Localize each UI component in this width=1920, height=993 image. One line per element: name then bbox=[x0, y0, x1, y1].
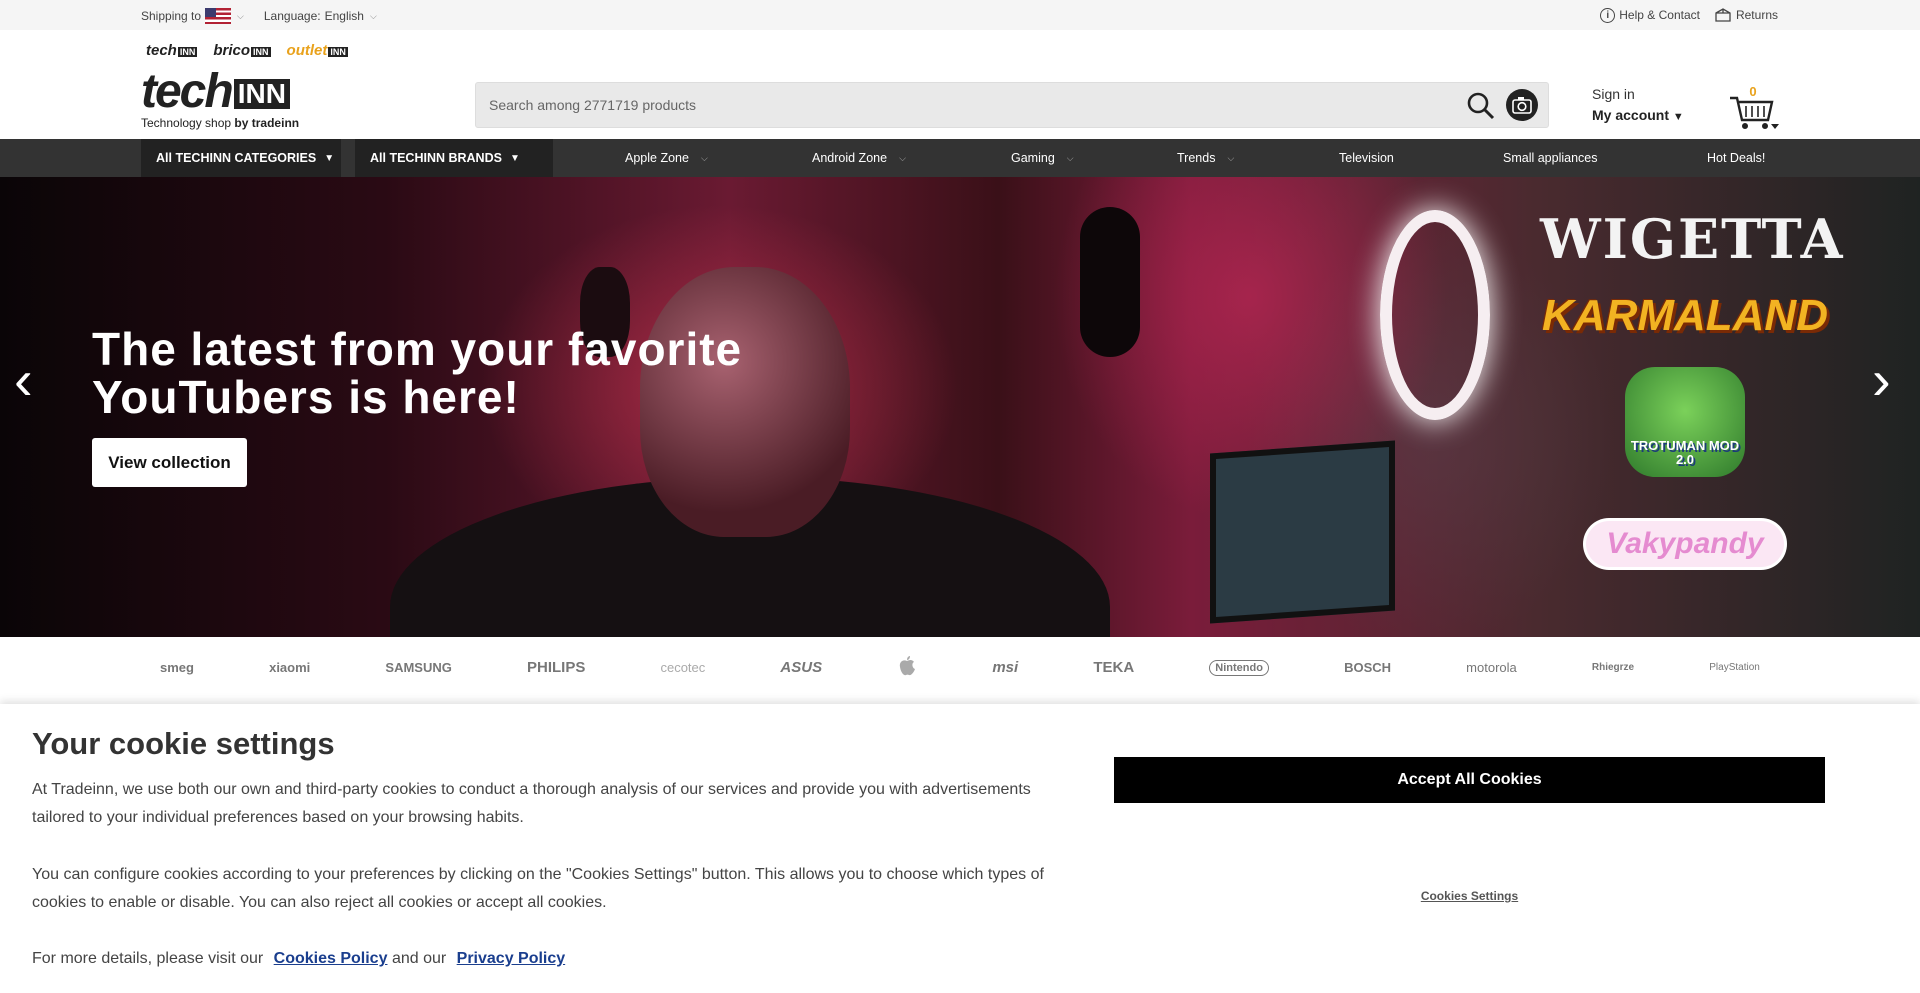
help-contact-link[interactable]: i Help & Contact bbox=[1600, 7, 1700, 23]
karmaland-logo: KARMALAND bbox=[1542, 291, 1828, 340]
brand-logo-playstation[interactable]: PlayStation bbox=[1709, 662, 1760, 673]
hero-microphone bbox=[1080, 207, 1140, 357]
chevron-down-icon: ⌵ bbox=[237, 10, 244, 21]
carousel-next-arrow-icon[interactable]: › bbox=[1872, 352, 1891, 408]
accept-all-cookies-button[interactable]: Accept All Cookies bbox=[1114, 757, 1825, 803]
nav-small-appliances[interactable]: Small appliances bbox=[1503, 151, 1598, 165]
help-contact-label: Help & Contact bbox=[1619, 8, 1700, 22]
brand-logo-msi[interactable]: msi bbox=[992, 659, 1018, 676]
brand-logo-motorola[interactable]: motorola bbox=[1466, 660, 1517, 675]
brand-logo-cecotec[interactable]: cecotec bbox=[660, 660, 705, 675]
returns-link[interactable]: Returns bbox=[1714, 7, 1778, 23]
outletinn-shop-link[interactable]: outlet INN bbox=[287, 42, 348, 59]
nav-television[interactable]: Television bbox=[1339, 151, 1394, 165]
all-brands-label: All TECHINN BRANDS bbox=[370, 151, 502, 165]
cookies-settings-link[interactable]: Cookies Settings bbox=[1114, 889, 1825, 903]
logo-word: tech bbox=[141, 65, 234, 118]
returns-label: Returns bbox=[1735, 8, 1778, 22]
privacy-policy-link[interactable]: Privacy Policy bbox=[457, 950, 566, 967]
nav-trends[interactable]: Trends ⌵ bbox=[1177, 151, 1234, 165]
brand-logo-strip: smeg xiaomi SAMSUNG PHILIPS cecotec ASUS… bbox=[160, 655, 1760, 680]
camera-search-icon[interactable] bbox=[1506, 89, 1538, 121]
hero-ring-light bbox=[1380, 210, 1490, 420]
language-label: Language: bbox=[263, 9, 321, 23]
all-categories-dropdown[interactable]: All TECHINN CATEGORIES ▼ bbox=[141, 139, 341, 177]
apple-logo-icon[interactable] bbox=[897, 655, 917, 680]
nav-apple-zone[interactable]: Apple Zone ⌵ bbox=[625, 151, 708, 165]
cookie-paragraph-1: At Tradeinn, we use both our own and thi… bbox=[32, 781, 1031, 826]
brand-logo-philips[interactable]: PHILIPS bbox=[527, 659, 585, 676]
language-value: English bbox=[324, 9, 364, 23]
youtuber-logos: WIGETTA KARMALAND TROTUMAN MOD 2.0 Vakyp… bbox=[1540, 207, 1845, 567]
signin-label: Sign in bbox=[1592, 86, 1635, 102]
cookies-policy-link[interactable]: Cookies Policy bbox=[274, 950, 388, 967]
brand-logo-asus[interactable]: ASUS bbox=[780, 659, 822, 676]
wigetta-logo: WIGETTA bbox=[1540, 207, 1845, 271]
hero-banner[interactable]: The latest from your favorite YouTubers i… bbox=[0, 177, 1920, 637]
cookie-title: Your cookie settings bbox=[32, 726, 335, 761]
site-header: tech INN brico INN outlet INN tech INN Techn… bbox=[0, 30, 1920, 139]
caret-down-icon: ▼ bbox=[509, 152, 520, 164]
cart-count: 0 bbox=[1749, 84, 1757, 99]
logo-tag: INN bbox=[233, 79, 290, 109]
account-menu[interactable]: Sign in My account ▼ bbox=[1592, 84, 1684, 128]
nav-hot-deals[interactable]: Hot Deals! bbox=[1707, 151, 1765, 165]
my-account-label: My account bbox=[1592, 107, 1670, 123]
main-nav: All TECHINN CATEGORIES ▼ All TECHINN BRAN… bbox=[0, 139, 1920, 177]
return-box-icon bbox=[1715, 8, 1731, 22]
techinn-logo[interactable]: tech INN Technology shop by tradeinn bbox=[141, 65, 300, 131]
nav-android-zone[interactable]: Android Zone ⌵ bbox=[812, 151, 906, 165]
shop-switcher: tech INN brico INN outlet INN bbox=[146, 42, 348, 59]
help-returns-group: i Help & Contact Returns bbox=[1600, 7, 1778, 23]
chevron-down-icon: ⌵ bbox=[1066, 152, 1074, 163]
carousel-prev-arrow-icon[interactable]: ‹ bbox=[14, 352, 33, 408]
techinn-shop-link[interactable]: tech INN bbox=[146, 42, 198, 59]
logo-tagline: Technology shop by tradeinn bbox=[141, 116, 300, 130]
view-collection-button[interactable]: View collection bbox=[92, 438, 247, 487]
caret-down-icon: ▼ bbox=[1672, 111, 1684, 123]
brand-logo-samsung[interactable]: SAMSUNG bbox=[385, 660, 451, 675]
brand-logo-bosch[interactable]: BOSCH bbox=[1344, 660, 1391, 675]
caret-down-icon: ▼ bbox=[324, 152, 335, 164]
shipping-label: Shipping to bbox=[141, 9, 202, 23]
bricoinn-shop-link[interactable]: brico INN bbox=[213, 42, 271, 59]
brand-logo-rhiegrze[interactable]: Rhiegrze bbox=[1592, 662, 1634, 673]
cookie-paragraph-2: You can configure cookies according to y… bbox=[32, 866, 1044, 911]
vakypandy-logo: Vakypandy bbox=[1586, 521, 1784, 567]
cart-button[interactable]: 0 bbox=[1728, 84, 1780, 132]
chevron-down-icon: ⌵ bbox=[1227, 152, 1235, 163]
top-utility-bar: Shipping to ⌵ Language: English ⌵ i Help… bbox=[0, 0, 1920, 30]
us-flag-icon bbox=[205, 8, 232, 24]
brand-logo-nintendo[interactable]: Nintendo bbox=[1209, 659, 1269, 676]
trotuman-logo: TROTUMAN MOD 2.0 bbox=[1625, 367, 1745, 477]
shipping-selector[interactable]: Shipping to ⌵ bbox=[141, 8, 244, 24]
language-selector[interactable]: Language: English ⌵ bbox=[264, 9, 377, 23]
search-bar bbox=[475, 82, 1549, 128]
all-categories-label: All TECHINN CATEGORIES bbox=[156, 151, 317, 165]
hero-laptop bbox=[1210, 440, 1395, 624]
info-icon: i bbox=[1600, 7, 1616, 23]
search-icon[interactable] bbox=[1466, 91, 1496, 121]
hero-headline: The latest from your favorite YouTubers i… bbox=[92, 323, 743, 423]
shipping-language-group: Shipping to ⌵ Language: English ⌵ bbox=[141, 8, 377, 24]
brand-logo-smeg[interactable]: smeg bbox=[160, 660, 194, 675]
chevron-down-icon: ⌵ bbox=[700, 152, 708, 163]
nav-gaming[interactable]: Gaming ⌵ bbox=[1011, 151, 1074, 165]
brand-logo-teka[interactable]: TEKA bbox=[1093, 659, 1134, 676]
chevron-down-icon: ⌵ bbox=[899, 152, 906, 163]
brand-logo-xiaomi[interactable]: xiaomi bbox=[269, 660, 310, 675]
cookie-paragraph-3: For more details, please visit our Cooki… bbox=[32, 950, 566, 967]
cookie-banner: Your cookie settings At Tradeinn, we use… bbox=[0, 704, 1920, 993]
chevron-down-icon: ⌵ bbox=[369, 10, 377, 21]
search-input[interactable] bbox=[476, 83, 1376, 127]
all-brands-dropdown[interactable]: All TECHINN BRANDS ▼ bbox=[355, 139, 553, 177]
